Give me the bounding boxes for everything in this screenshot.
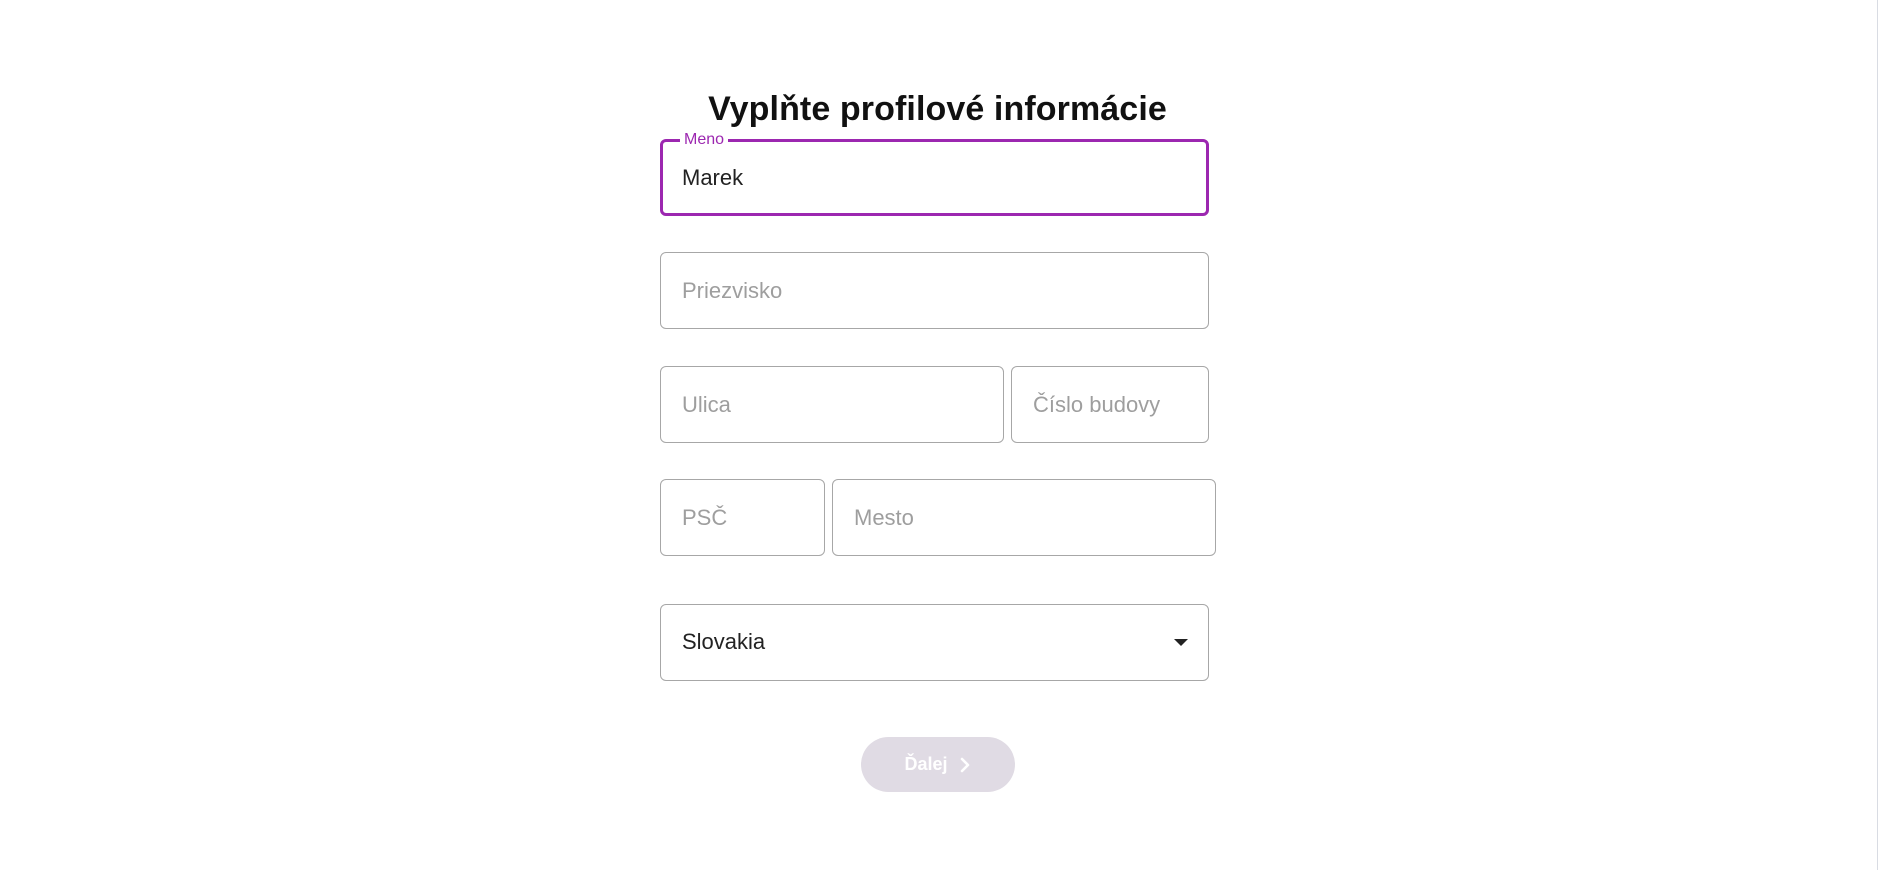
profile-form-page: Vyplňte profilové informácie Meno Slovak…: [0, 0, 1878, 870]
first-name-input[interactable]: [663, 142, 1206, 213]
country-selected-value: Slovakia: [682, 629, 766, 654]
arrow-drop-down-icon[interactable]: [1174, 639, 1188, 646]
city-input[interactable]: [833, 480, 1215, 555]
city-field[interactable]: [832, 479, 1216, 556]
next-button-label: Ďalej: [904, 754, 948, 774]
next-button[interactable]: Ďalej: [861, 737, 1015, 792]
chevron-right-icon: [960, 757, 969, 772]
postal-code-input[interactable]: [661, 480, 824, 555]
building-number-field[interactable]: [1011, 366, 1209, 443]
street-input[interactable]: [661, 367, 1003, 442]
street-field[interactable]: [660, 366, 1004, 443]
country-select[interactable]: Slovakia: [660, 604, 1209, 681]
building-number-input[interactable]: [1012, 367, 1208, 442]
postal-code-field[interactable]: [660, 479, 825, 556]
page-title: Vyplňte profilové informácie: [708, 89, 1167, 128]
last-name-input[interactable]: [661, 253, 1208, 328]
first-name-field[interactable]: Meno: [660, 131, 1209, 216]
last-name-field[interactable]: [660, 252, 1209, 329]
